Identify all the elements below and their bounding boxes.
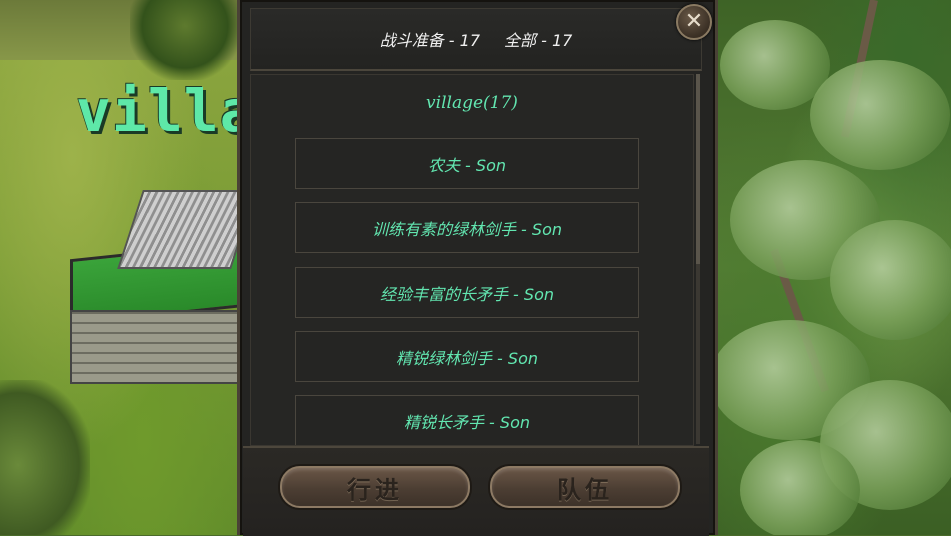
unit-label: 经验丰富的长矛手 - Son (379, 284, 555, 304)
total-count-label: 全部 - 17 (504, 31, 573, 50)
forest-scene (710, 0, 951, 535)
unit-list[interactable]: village(17) 农夫 - Son 训练有素的绿林剑手 - Son 经验丰… (250, 74, 694, 446)
battle-prep-panel: 战斗准备 - 17 全部 - 17 village(17) 农夫 - Son 训… (237, 0, 718, 536)
unit-row-elite-spearman[interactable]: 精锐长矛手 - Son (295, 395, 639, 445)
unit-row-elite-swordsman[interactable]: 精锐绿林剑手 - Son (295, 331, 639, 382)
unit-row-trained-swordsman[interactable]: 训练有素的绿林剑手 - Son (295, 202, 639, 253)
scrollbar-thumb[interactable] (696, 74, 700, 264)
unit-row-peasant[interactable]: 农夫 - Son (295, 138, 639, 189)
unit-label: 精锐长矛手 - Son (403, 412, 531, 432)
party-button[interactable]: 队伍 (490, 466, 680, 508)
ready-count-label: 战斗准备 - 17 (379, 31, 480, 50)
march-button[interactable]: 行进 (280, 466, 470, 508)
panel-footer: 行进 队伍 (243, 446, 709, 536)
bush-foliage (0, 380, 90, 535)
tree-foliage (130, 0, 240, 80)
list-scrollbar[interactable] (696, 74, 700, 444)
panel-header: 战斗准备 - 17 全部 - 17 (250, 8, 702, 71)
unit-label: 精锐绿林剑手 - Son (395, 348, 539, 368)
unit-row-veteran-spearman[interactable]: 经验丰富的长矛手 - Son (295, 267, 639, 318)
group-title[interactable]: village(17) (251, 93, 693, 113)
village-hut (60, 190, 257, 390)
unit-label: 训练有素的绿林剑手 - Son (371, 219, 563, 239)
close-icon[interactable]: ✕ (676, 4, 712, 40)
unit-label: 农夫 - Son (427, 155, 507, 175)
